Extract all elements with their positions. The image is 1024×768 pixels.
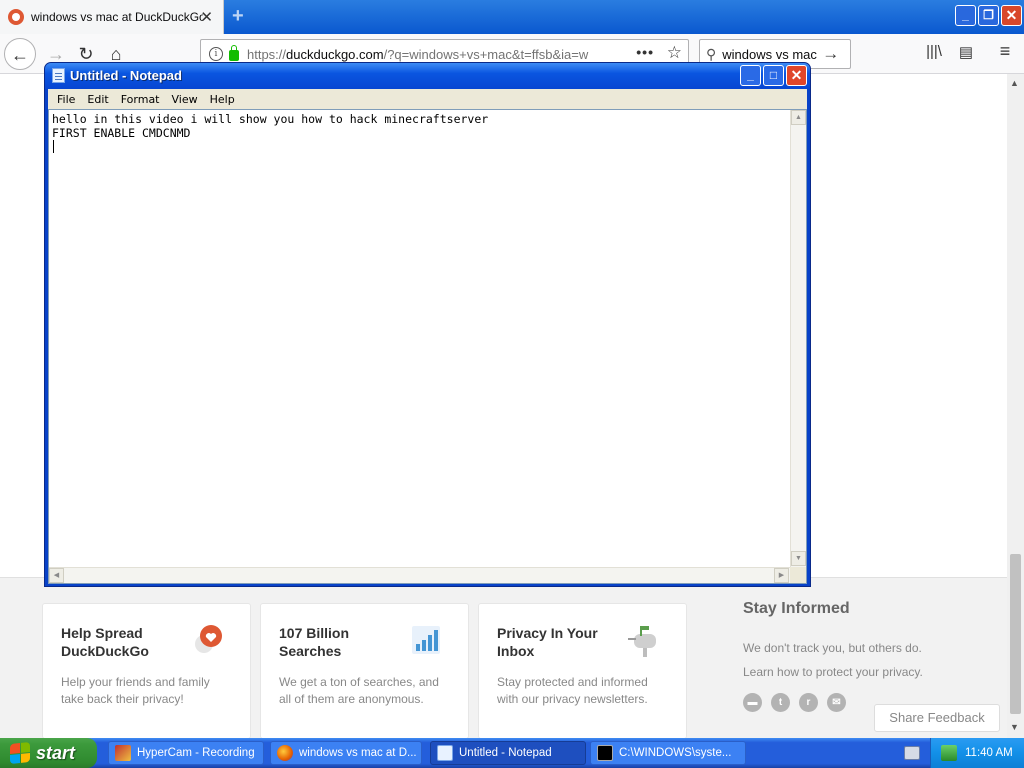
back-arrow-icon[interactable]: ← (4, 38, 36, 70)
task-label: C:\WINDOWS\syste... (619, 747, 732, 759)
text-caret (53, 140, 54, 153)
browser-restore-button[interactable]: ❐ (978, 5, 999, 26)
search-input[interactable]: windows vs mac (722, 47, 822, 62)
mailbox-icon (628, 626, 656, 657)
reddit-icon[interactable]: r (799, 693, 818, 712)
browser-minimize-button[interactable]: _ (955, 5, 976, 26)
card-text: Stay protected and informed with our pri… (497, 675, 648, 706)
url-path: /?q=windows+vs+mac&t=ffsb&ia=w (383, 46, 589, 62)
windows-logo-icon (10, 741, 30, 765)
tab-close-icon[interactable]: ✕ (200, 8, 213, 26)
heart-speech-icon (195, 625, 222, 653)
browser-tab[interactable]: windows vs mac at DuckDuckGo ✕ (0, 0, 224, 34)
notepad-edit-area: hello in this video i will show you how … (48, 109, 807, 584)
bar-graph-icon (412, 626, 440, 654)
cmd-icon (597, 745, 613, 761)
card-text: We get a ton of searches, and all of the… (279, 675, 439, 706)
card-help-spread[interactable]: Help Spread DuckDuckGo Help your friends… (42, 603, 251, 739)
taskbar-item-hypercam[interactable]: HyperCam - Recording (108, 741, 264, 765)
scroll-left-icon[interactable]: ◀ (49, 568, 64, 583)
notepad-icon (52, 68, 65, 83)
start-button[interactable]: start (0, 738, 97, 768)
scroll-up-icon[interactable]: ▲ (1010, 78, 1019, 88)
info-icon[interactable]: i (209, 47, 223, 61)
taskbar-item-cmd[interactable]: C:\WINDOWS\syste... (590, 741, 746, 765)
lock-icon (229, 45, 239, 61)
browser-close-button[interactable]: ✕ (1001, 5, 1022, 26)
share-feedback-button[interactable]: Share Feedback (874, 704, 1000, 732)
clock[interactable]: 11:40 AM (965, 747, 1013, 759)
scroll-right-icon[interactable]: ▶ (774, 568, 789, 583)
notepad-title: Untitled - Notepad (70, 68, 182, 83)
notepad-icon (437, 745, 453, 761)
url-prefix: https:// (247, 46, 287, 62)
menu-format[interactable]: Format (115, 93, 166, 106)
new-tab-button[interactable]: + (232, 5, 244, 28)
url-host: duckduckgo.com (286, 46, 384, 62)
url-text[interactable]: https://duckduckgo.com/?q=windows+vs+mac… (247, 47, 627, 62)
scrollbar-thumb[interactable] (1010, 554, 1021, 714)
scroll-up-icon[interactable]: ▲ (791, 110, 806, 125)
system-tray: 11:40 AM (930, 738, 1024, 768)
notepad-horizontal-scrollbar[interactable]: ◀ ▶ (49, 567, 790, 583)
card-title: 107 Billion Searches (279, 625, 350, 659)
keyboard-icon[interactable] (904, 746, 920, 760)
notepad-minimize-button[interactable]: _ (740, 65, 761, 86)
hypercam-icon (115, 745, 131, 761)
card-privacy-inbox[interactable]: Privacy In Your Inbox Stay protected and… (478, 603, 687, 739)
notepad-maximize-button[interactable]: □ (763, 65, 784, 86)
network-icon[interactable] (941, 745, 957, 761)
sidebar-icon[interactable]: ▤ (955, 43, 977, 65)
notepad-menubar: File Edit Format View Help (48, 89, 807, 109)
card-title: Help Spread DuckDuckGo (61, 625, 149, 659)
speech-bubble-icon[interactable]: ▬ (743, 693, 762, 712)
hamburger-menu-icon[interactable]: ≡ (994, 41, 1016, 63)
scroll-down-icon[interactable]: ▼ (1010, 722, 1019, 732)
tab-title: windows vs mac at DuckDuckGo (31, 10, 203, 24)
notepad-close-button[interactable]: ✕ (786, 65, 807, 86)
resize-grip-icon[interactable] (790, 567, 806, 583)
card-text: Help your friends and family take back t… (61, 675, 210, 706)
taskbar-item-notepad[interactable]: Untitled - Notepad (430, 741, 586, 765)
privacy-link[interactable]: Learn how to protect your privacy. (743, 660, 993, 684)
duckduckgo-favicon-icon (8, 9, 24, 25)
notepad-titlebar[interactable]: Untitled - Notepad _ □ ✕ (45, 63, 810, 89)
card-searches[interactable]: 107 Billion Searches We get a ton of sea… (260, 603, 469, 739)
taskbar-item-firefox[interactable]: windows vs mac at D... (270, 741, 422, 765)
stay-informed-section: Stay Informed We don't track you, but ot… (743, 600, 993, 684)
taskbar: start HyperCam - Recording windows vs ma… (0, 738, 1024, 768)
go-arrow-icon[interactable]: → (822, 44, 839, 64)
menu-edit[interactable]: Edit (81, 93, 114, 106)
task-label: Untitled - Notepad (459, 747, 552, 759)
library-icon[interactable]: |||\ (923, 43, 945, 65)
task-label: windows vs mac at D... (299, 747, 417, 759)
stay-informed-title: Stay Informed (743, 600, 850, 617)
scroll-down-icon[interactable]: ▼ (791, 551, 806, 566)
menu-help[interactable]: Help (204, 93, 241, 106)
social-links: ▬ t r ✉ (743, 693, 846, 712)
browser-tab-strip: windows vs mac at DuckDuckGo ✕ + _ ❐ ✕ (0, 0, 1024, 34)
card-title: Privacy In Your Inbox (497, 625, 598, 659)
twitter-icon[interactable]: t (771, 693, 790, 712)
stay-informed-line: We don't track you, but others do. (743, 641, 922, 655)
notepad-vertical-scrollbar[interactable]: ▲ ▼ (790, 110, 806, 567)
bookmark-star-icon[interactable]: ☆ (667, 43, 682, 63)
search-icon: ⚲ (706, 45, 717, 62)
page-scrollbar[interactable]: ▲ ▼ (1007, 74, 1024, 738)
email-icon[interactable]: ✉ (827, 693, 846, 712)
firefox-icon (277, 745, 293, 761)
start-label: start (36, 742, 76, 763)
menu-view[interactable]: View (166, 93, 204, 106)
notepad-text-area[interactable]: hello in this video i will show you how … (49, 110, 790, 567)
notepad-window: Untitled - Notepad _ □ ✕ File Edit Forma… (44, 62, 811, 587)
menu-file[interactable]: File (51, 93, 81, 106)
task-label: HyperCam - Recording (137, 747, 255, 759)
page-actions-icon[interactable]: ••• (636, 44, 654, 60)
